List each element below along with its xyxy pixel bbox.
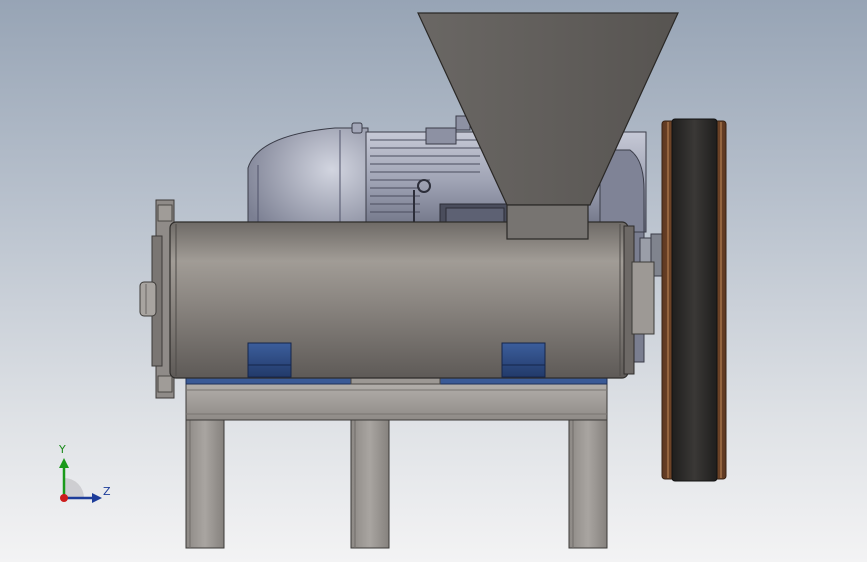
discharge-nozzle <box>139 281 157 317</box>
mount-block-left <box>247 342 292 378</box>
view-orientation-triad: Y Z <box>40 438 130 518</box>
frame-leg-middle <box>350 419 390 549</box>
triad-y-label: Y <box>59 443 66 456</box>
barrel-body <box>169 221 629 379</box>
motor-fan-cover <box>247 127 369 233</box>
frame-leg-left <box>185 419 225 549</box>
mount-block-right <box>501 342 546 378</box>
triad-z-label: Z <box>103 485 111 498</box>
triad-axes <box>59 458 102 503</box>
hopper-neck <box>506 204 589 240</box>
screw-barrel[interactable] <box>169 221 655 379</box>
frame-top-beam <box>185 383 608 421</box>
pulley-belt <box>671 118 718 482</box>
3d-viewport[interactable]: Y Z <box>0 0 867 562</box>
base-frame[interactable] <box>185 383 608 549</box>
end-flange[interactable] <box>139 199 175 399</box>
x-axis-origin <box>60 494 68 502</box>
machine-model[interactable] <box>0 0 867 562</box>
frame-leg-right <box>568 419 608 549</box>
